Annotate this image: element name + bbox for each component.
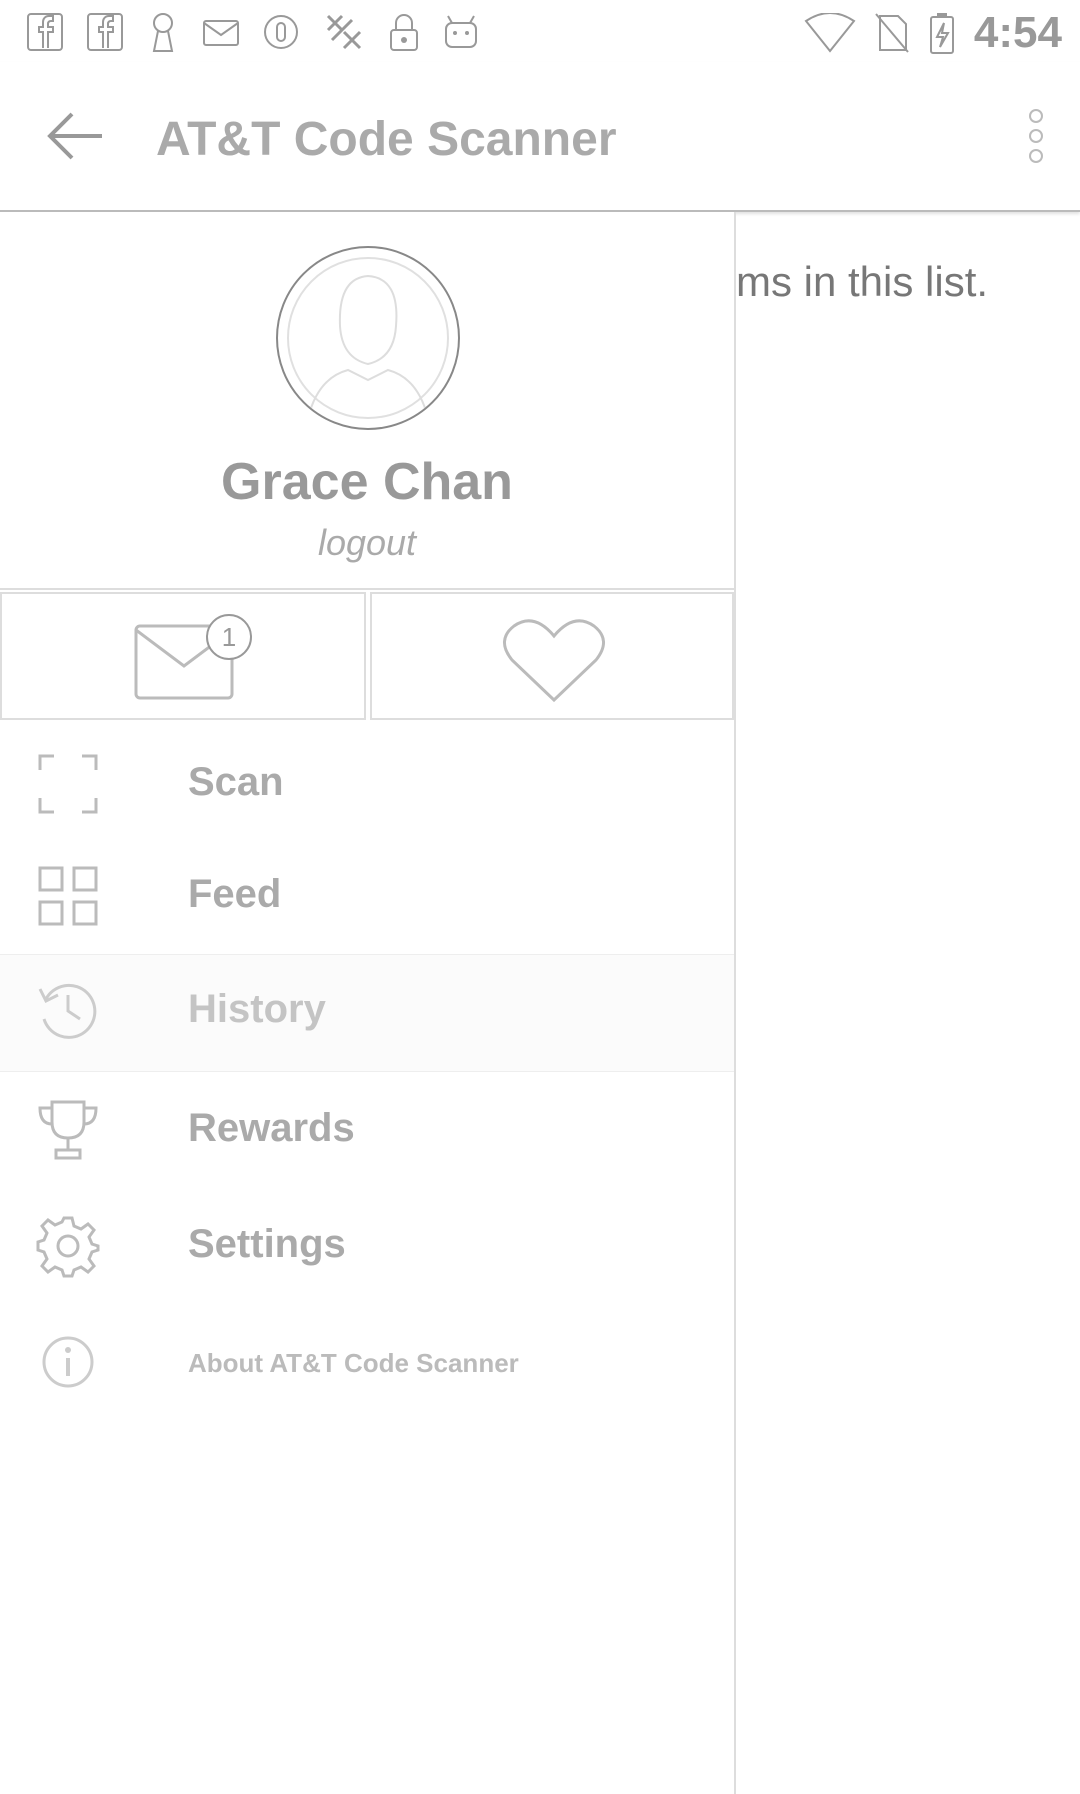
quick-actions: 1 [0, 592, 734, 724]
status-time: 4:54 [973, 8, 1062, 57]
keyhole-icon [152, 13, 174, 52]
gear-icon [36, 1216, 100, 1278]
messages-badge: 1 [206, 614, 252, 660]
menu-item-label: Scan [188, 760, 284, 804]
menu-item-about[interactable]: About AT&T Code Scanner [0, 1306, 734, 1416]
puzzle-icon [326, 14, 362, 50]
notification-icons [26, 10, 480, 54]
menu-item-scan[interactable]: Scan [0, 728, 734, 838]
profile-header: Grace Chan logout [0, 212, 734, 590]
system-icons: 4:54 [804, 8, 1062, 58]
messages-button[interactable]: 1 [0, 592, 366, 720]
facebook-icon [27, 13, 63, 51]
circle-icon [264, 15, 298, 49]
more-vertical-icon[interactable] [1016, 108, 1056, 164]
heart-icon [503, 619, 605, 703]
menu-item-label: About AT&T Code Scanner [188, 1348, 519, 1378]
navigation-drawer: Grace Chan logout 1 Scan Feed History Re… [0, 212, 736, 1794]
empty-list-message: ms in this list. [736, 258, 989, 305]
scan-icon [38, 754, 98, 814]
menu-item-rewards[interactable]: Rewards [0, 1074, 734, 1184]
user-name: Grace Chan [221, 453, 513, 511]
menu-item-label: Rewards [188, 1106, 355, 1150]
favorites-button[interactable] [370, 592, 734, 720]
grid-icon [38, 866, 98, 926]
avatar-icon [287, 257, 449, 419]
history-icon [38, 983, 97, 1039]
menu-item-label: Settings [188, 1222, 346, 1266]
menu-item-label: History [188, 987, 326, 1031]
menu-item-history[interactable]: History [0, 954, 734, 1072]
mail-icon [203, 20, 239, 46]
menu-item-settings[interactable]: Settings [0, 1190, 734, 1300]
menu-item-label: Feed [188, 872, 282, 916]
facebook-icon [87, 13, 123, 51]
status-bar: 4:54 [0, 0, 1080, 63]
no-sim-icon [875, 13, 909, 53]
app-title: AT&T Code Scanner [156, 113, 617, 166]
android-icon [445, 15, 477, 48]
trophy-icon [38, 1100, 98, 1160]
wifi-icon [804, 13, 856, 53]
arrow-back-icon[interactable] [40, 104, 110, 168]
menu-item-feed[interactable]: Feed [0, 840, 734, 950]
app-bar: AT&T Code Scanner [0, 62, 1080, 212]
avatar[interactable] [276, 246, 460, 430]
battery-charging-icon [929, 13, 954, 54]
logout-link[interactable]: logout [0, 522, 734, 564]
lock-icon [390, 14, 418, 51]
info-icon [42, 1336, 94, 1388]
